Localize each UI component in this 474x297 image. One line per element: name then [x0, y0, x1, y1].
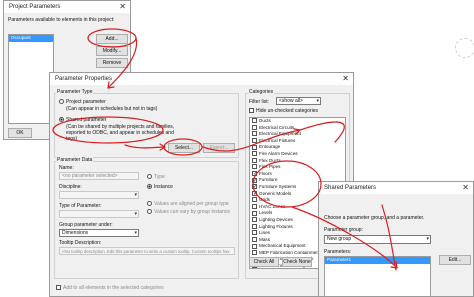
arrow-categories-to-param: [291, 206, 398, 269]
categories-circle: [252, 160, 322, 208]
arrow-select-to-shared-params: [202, 129, 301, 152]
annotation-overlay: [52, 28, 398, 271]
arrow-to-categories: [299, 121, 345, 143]
add-button-circle: [87, 28, 137, 48]
select-button-circle: [163, 138, 203, 156]
arrow-shared-to-select: [124, 144, 166, 149]
arrow-add-to-shared: [107, 37, 138, 89]
shared-parameter-circle: [52, 116, 164, 144]
